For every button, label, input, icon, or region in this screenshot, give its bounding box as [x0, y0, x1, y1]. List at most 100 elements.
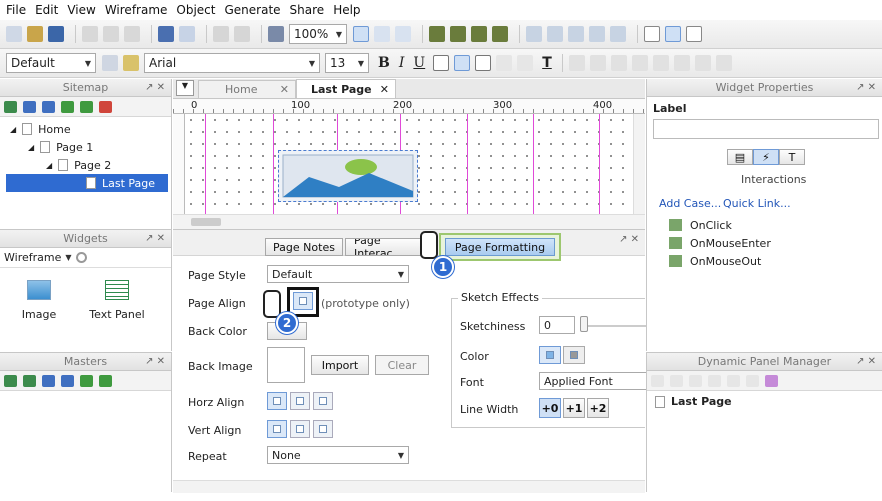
- outdent-icon[interactable]: [99, 374, 112, 387]
- line-width-icon[interactable]: [568, 26, 584, 42]
- menu-view[interactable]: View: [67, 3, 95, 17]
- widget-image[interactable]: Image: [0, 280, 78, 321]
- event-onmouseout[interactable]: OnMouseOut: [669, 252, 771, 270]
- horz-align-center-button[interactable]: [290, 392, 310, 410]
- move-up-icon[interactable]: [42, 374, 55, 387]
- horz-align-right-button[interactable]: [313, 392, 333, 410]
- tab-list-icon[interactable]: ▼: [176, 80, 194, 96]
- align-center-icon[interactable]: [665, 26, 681, 42]
- tab-page-interactions[interactable]: Page Interac: [345, 238, 423, 256]
- vert-align-middle-button[interactable]: [290, 420, 310, 438]
- slider-handle[interactable]: [580, 316, 588, 332]
- menu-help[interactable]: Help: [333, 3, 360, 17]
- font-select[interactable]: Arial ▼: [144, 53, 320, 73]
- align-middle-icon[interactable]: [694, 55, 711, 71]
- connector-icon[interactable]: [395, 26, 411, 42]
- line-width-1-button[interactable]: +1: [563, 398, 585, 418]
- format-painter-icon[interactable]: [213, 26, 229, 42]
- dpm-item[interactable]: Last Page: [647, 391, 882, 412]
- delete-icon[interactable]: [727, 374, 740, 387]
- design-canvas[interactable]: 0 100 200 300 400: [173, 99, 645, 229]
- duplicate-icon[interactable]: [670, 374, 683, 387]
- distribute-icon[interactable]: [568, 55, 585, 71]
- scrollbar-thumb[interactable]: [191, 218, 221, 226]
- add-page-icon[interactable]: [4, 100, 17, 113]
- move-up-icon[interactable]: [23, 100, 36, 113]
- underline-button[interactable]: U: [413, 55, 425, 71]
- menu-wireframe[interactable]: Wireframe: [105, 3, 168, 17]
- expand-icon[interactable]: ◢: [28, 143, 34, 152]
- properties-horizontal-scrollbar[interactable]: [173, 480, 645, 493]
- fill-color-icon[interactable]: [526, 26, 542, 42]
- indent-icon[interactable]: [61, 100, 74, 113]
- add-folder-icon[interactable]: [23, 374, 36, 387]
- add-state-icon[interactable]: [651, 374, 664, 387]
- widgets-panel-controls[interactable]: ↗ ✕: [145, 233, 165, 244]
- menu-share[interactable]: Share: [290, 3, 325, 17]
- lock-icon[interactable]: [652, 55, 669, 71]
- cut-icon[interactable]: [82, 26, 98, 42]
- sketchiness-slider[interactable]: [580, 325, 646, 327]
- sitemap-item-last-page[interactable]: Last Page: [6, 174, 168, 192]
- sitemap-item-page2[interactable]: ◢ Page 2: [0, 156, 171, 174]
- link-icon[interactable]: [517, 55, 534, 71]
- new-page-icon[interactable]: [6, 26, 22, 42]
- add-master-icon[interactable]: [4, 374, 17, 387]
- page-style-select[interactable]: Default ▼: [267, 265, 409, 283]
- menu-object[interactable]: Object: [176, 3, 215, 17]
- style-tab-icon[interactable]: T: [779, 149, 805, 165]
- sketchiness-input[interactable]: 0: [539, 316, 575, 334]
- align-bottom-icon[interactable]: [715, 55, 732, 71]
- expand-icon[interactable]: ◢: [10, 125, 16, 134]
- paste-icon[interactable]: [124, 26, 140, 42]
- move-down-icon[interactable]: [42, 100, 55, 113]
- save-icon[interactable]: [48, 26, 64, 42]
- canvas-vertical-scrollbar[interactable]: [633, 114, 645, 214]
- close-icon[interactable]: ✕: [280, 83, 289, 96]
- sketch-font-select[interactable]: Applied Font: [539, 372, 646, 390]
- masters-panel-controls[interactable]: ↗ ✕: [145, 356, 165, 367]
- expand-icon[interactable]: ◢: [46, 161, 52, 170]
- add-case-link[interactable]: Add Case...: [659, 197, 721, 210]
- widget-text-panel[interactable]: Text Panel: [78, 280, 156, 321]
- color-mode-color-button[interactable]: [539, 346, 561, 364]
- move-down-icon[interactable]: [61, 374, 74, 387]
- spellcheck-icon[interactable]: [268, 26, 284, 42]
- text-align-left-icon[interactable]: [433, 55, 450, 71]
- quick-link-link[interactable]: Quick Link...: [723, 197, 791, 210]
- align-left-icon[interactable]: [644, 26, 660, 42]
- preview-icon[interactable]: [450, 26, 466, 42]
- send-back-icon[interactable]: [631, 55, 648, 71]
- interactions-tab-icon[interactable]: ⚡: [753, 149, 779, 165]
- group-icon[interactable]: [589, 55, 606, 71]
- repeat-select[interactable]: None ▼: [267, 446, 409, 464]
- generate-icon[interactable]: [471, 26, 487, 42]
- line-style-icon[interactable]: [589, 26, 605, 42]
- close-icon[interactable]: ✕: [380, 83, 389, 96]
- text-color-button[interactable]: T: [542, 55, 552, 71]
- image-widget[interactable]: [278, 150, 418, 202]
- tab-last-page[interactable]: Last Page ✕: [296, 79, 396, 98]
- share-icon[interactable]: [492, 26, 508, 42]
- event-onmouseenter[interactable]: OnMouseEnter: [669, 234, 771, 252]
- page-align-center-button[interactable]: [293, 292, 313, 310]
- sitemap-item-page1[interactable]: ◢ Page 1: [0, 138, 171, 156]
- line-color-icon[interactable]: [547, 26, 563, 42]
- copy-icon[interactable]: [103, 26, 119, 42]
- italic-button[interactable]: I: [399, 55, 405, 71]
- color-mode-grayscale-button[interactable]: [563, 346, 585, 364]
- line-width-0-button[interactable]: +0: [539, 398, 561, 418]
- horz-align-left-button[interactable]: [267, 392, 287, 410]
- align-right-icon[interactable]: [686, 26, 702, 42]
- search-icon[interactable]: [75, 252, 87, 263]
- arrow-style-icon[interactable]: [610, 26, 626, 42]
- move-down-icon[interactable]: [708, 374, 721, 387]
- panel-icon[interactable]: [765, 374, 778, 387]
- zoom-select[interactable]: 100% ▼: [289, 24, 347, 44]
- style-editor-icon[interactable]: [102, 55, 118, 71]
- vert-align-top-button[interactable]: [267, 420, 287, 438]
- label-input[interactable]: [653, 119, 879, 139]
- format-brush-icon[interactable]: [123, 55, 139, 71]
- menu-file[interactable]: File: [6, 3, 26, 17]
- vert-align-bottom-button[interactable]: [313, 420, 333, 438]
